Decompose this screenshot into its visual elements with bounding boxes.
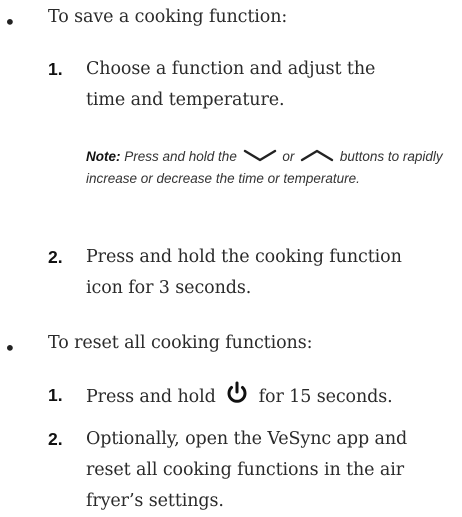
step-number: 1. [48, 385, 63, 405]
step-text-line: icon for 3 seconds. [86, 278, 252, 298]
section-heading-reset: To reset all cooking functions: [48, 333, 313, 353]
bullet: • [4, 336, 16, 360]
step-number: 1. [48, 59, 63, 79]
note-text: or [278, 149, 299, 164]
step-number: 2. [48, 247, 63, 267]
step-text-line: Choose a function and adjust the [86, 59, 376, 79]
bullet: • [4, 10, 16, 34]
step-text-line: Optionally, open the VeSync app and [86, 429, 408, 449]
step-text-line: fryer’s settings. [86, 491, 224, 511]
note-label: Note: [86, 149, 121, 164]
note-paragraph: Note: Press and hold the or buttons to r… [86, 146, 446, 189]
section-heading-save: To save a cooking function: [48, 7, 288, 27]
chevron-down-icon [243, 147, 277, 168]
step-text-line: reset all cooking functions in the air [86, 460, 405, 480]
step-text-line: time and temperature. [86, 90, 285, 110]
chevron-up-icon [300, 147, 334, 168]
note-text: Press and hold the [120, 149, 241, 164]
step-text: Press and hold [86, 387, 222, 407]
step-text: for 15 seconds. [253, 387, 393, 407]
step-number: 2. [48, 429, 63, 449]
step-text-line: Press and hold for 15 seconds. [86, 380, 393, 417]
step-text-line: Press and hold the cooking function [86, 247, 402, 267]
power-icon [224, 380, 250, 417]
